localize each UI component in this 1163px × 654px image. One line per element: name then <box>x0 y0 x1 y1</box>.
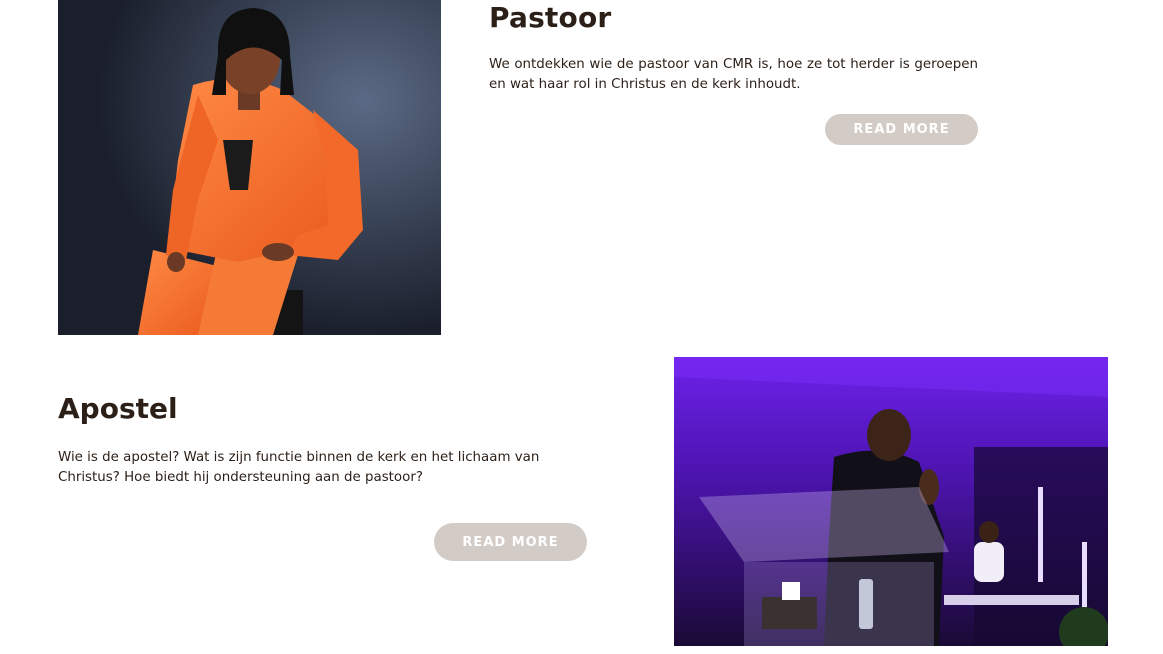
apostle-description: Wie is de apostel? Wat is zijn functie b… <box>58 450 540 485</box>
apostle-heading: Apostel <box>58 392 178 425</box>
apostle-photo <box>674 357 1108 646</box>
pastor-description: We ontdekken wie de pastoor van CMR is, … <box>489 57 978 92</box>
apostle-photo-illustration <box>674 357 1108 646</box>
pastor-photo-illustration <box>58 0 441 335</box>
apostle-read-more-button[interactable]: READ MORE <box>434 523 587 561</box>
pastor-heading: Pastoor <box>489 1 612 34</box>
pastor-read-more-button[interactable]: READ MORE <box>825 114 978 145</box>
pastor-photo <box>58 0 441 335</box>
